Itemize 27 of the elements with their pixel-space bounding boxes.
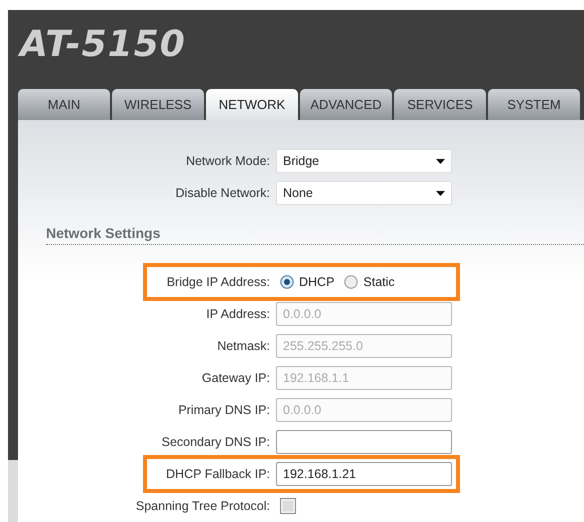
- caret-icon: [436, 190, 445, 196]
- nav-tab[interactable]: NETWORK: [206, 89, 298, 120]
- nav-tab[interactable]: MAIN: [18, 89, 110, 120]
- product-title: AT-5150: [20, 24, 186, 65]
- radio-option[interactable]: Static: [344, 275, 395, 289]
- field-label: Secondary DNS IP:: [162, 435, 270, 449]
- caret-icon: [436, 158, 445, 164]
- input-field[interactable]: 192.168.1.21: [276, 462, 452, 486]
- checkbox[interactable]: [280, 498, 296, 514]
- radio-option[interactable]: DHCP: [280, 275, 334, 289]
- input-field[interactable]: [276, 430, 452, 454]
- field-label: Primary DNS IP:: [178, 403, 270, 417]
- nav-tab[interactable]: SYSTEM: [488, 89, 580, 120]
- section-heading: Network Settings: [46, 225, 584, 245]
- field-label: Netmask:: [217, 339, 270, 353]
- dropdown[interactable]: Bridge: [276, 149, 452, 173]
- nav-tab[interactable]: WIRELESS: [112, 89, 204, 120]
- nav-tab[interactable]: SERVICES: [394, 89, 486, 120]
- field-label: Spanning Tree Protocol:: [136, 499, 270, 513]
- field-label: IP Address:: [206, 307, 270, 321]
- field-label: Network Mode:: [186, 154, 270, 168]
- dropdown[interactable]: None: [276, 181, 452, 205]
- field-label: DHCP Fallback IP:: [166, 467, 270, 481]
- field-label: Gateway IP:: [202, 371, 270, 385]
- nav-tab[interactable]: ADVANCED: [300, 89, 392, 120]
- field-label: Bridge IP Address:: [166, 275, 270, 289]
- field-label: Disable Network:: [176, 186, 270, 200]
